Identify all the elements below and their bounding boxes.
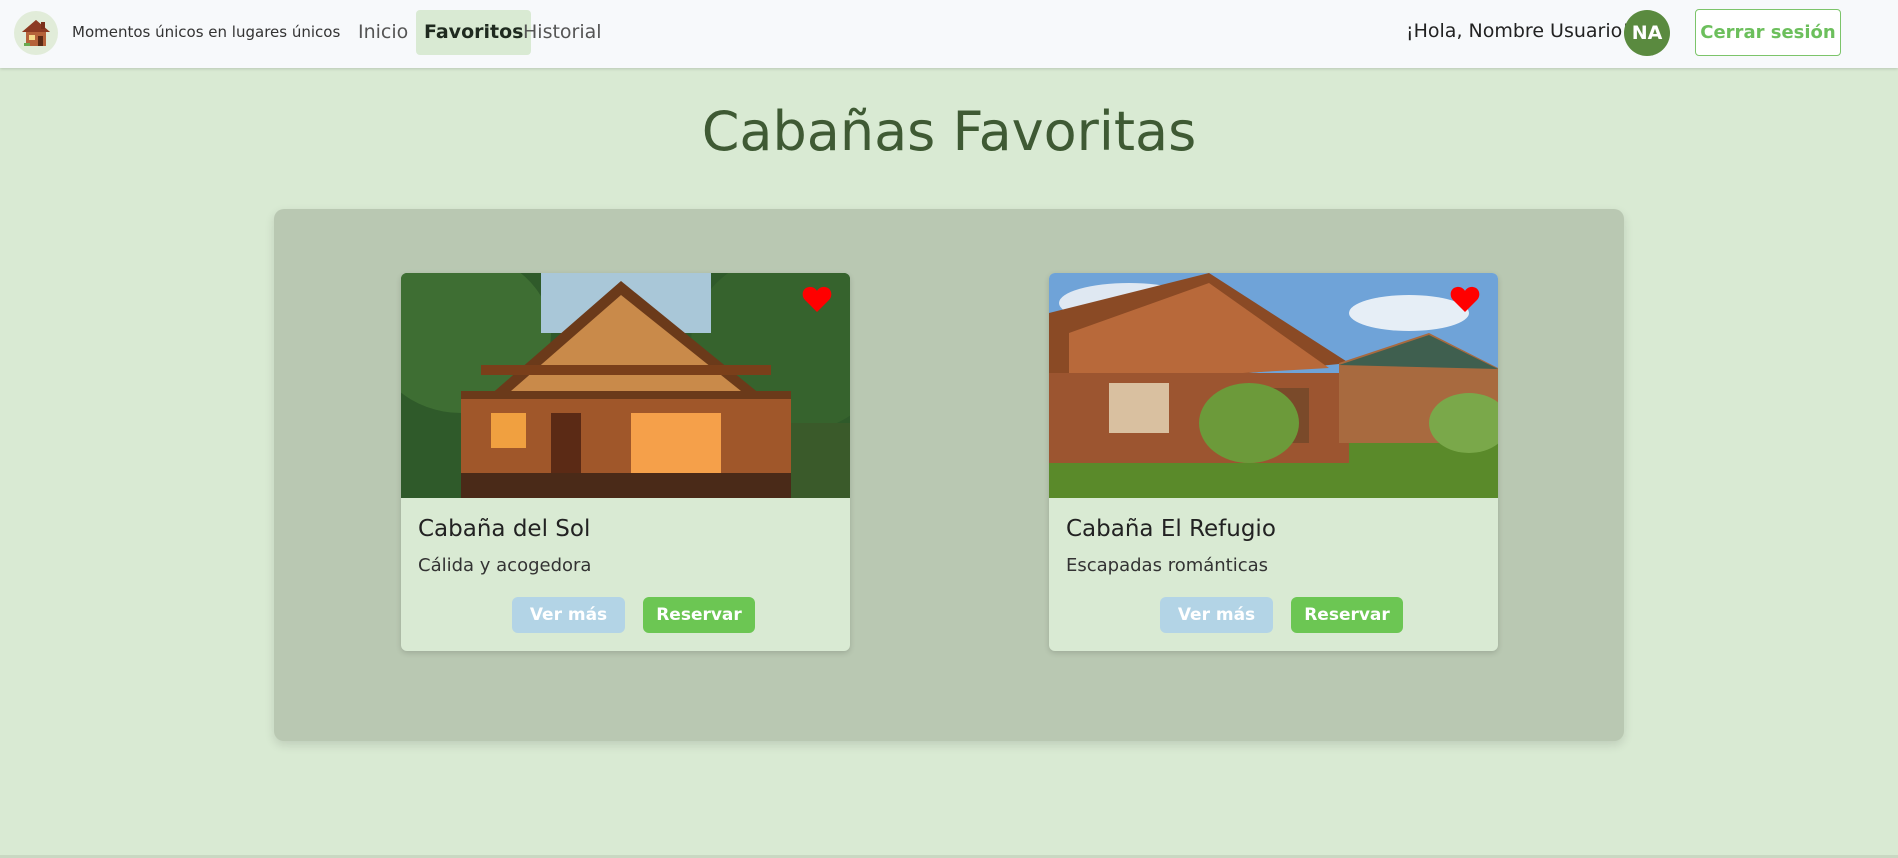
nav-link-inicio[interactable]: Inicio (350, 10, 416, 55)
wood-cabin-photo (401, 273, 850, 498)
cabin-card: Cabaña El Refugio Escapadas románticas V… (1049, 273, 1498, 651)
home-logo-icon[interactable] (14, 11, 58, 55)
nav-link-historial[interactable]: Historial (515, 10, 610, 55)
card-description: Cálida y acogedora (418, 555, 592, 576)
card-title: Cabaña del Sol (418, 516, 591, 542)
cabin-card: Cabaña del Sol Cálida y acogedora Ver má… (401, 273, 850, 651)
user-greeting: ¡Hola, Nombre Usuario! (1406, 20, 1630, 42)
navbar: Momentos únicos en lugares únicos Inicio… (0, 0, 1898, 68)
heart-icon[interactable] (1450, 285, 1480, 313)
brand-tagline: Momentos únicos en lugares únicos (72, 23, 341, 41)
see-more-button[interactable]: Ver más (1160, 597, 1273, 633)
card-description: Escapadas románticas (1066, 555, 1269, 576)
log-cabins-photo (1049, 273, 1498, 498)
page-title: Cabañas Favoritas (701, 100, 1197, 163)
logout-button[interactable]: Cerrar sesión (1695, 9, 1841, 56)
avatar[interactable]: NA (1624, 10, 1670, 56)
reserve-button[interactable]: Reservar (1291, 597, 1403, 633)
reserve-button[interactable]: Reservar (643, 597, 755, 633)
heart-icon[interactable] (802, 285, 832, 313)
card-title: Cabaña El Refugio (1066, 516, 1276, 542)
see-more-button[interactable]: Ver más (512, 597, 625, 633)
